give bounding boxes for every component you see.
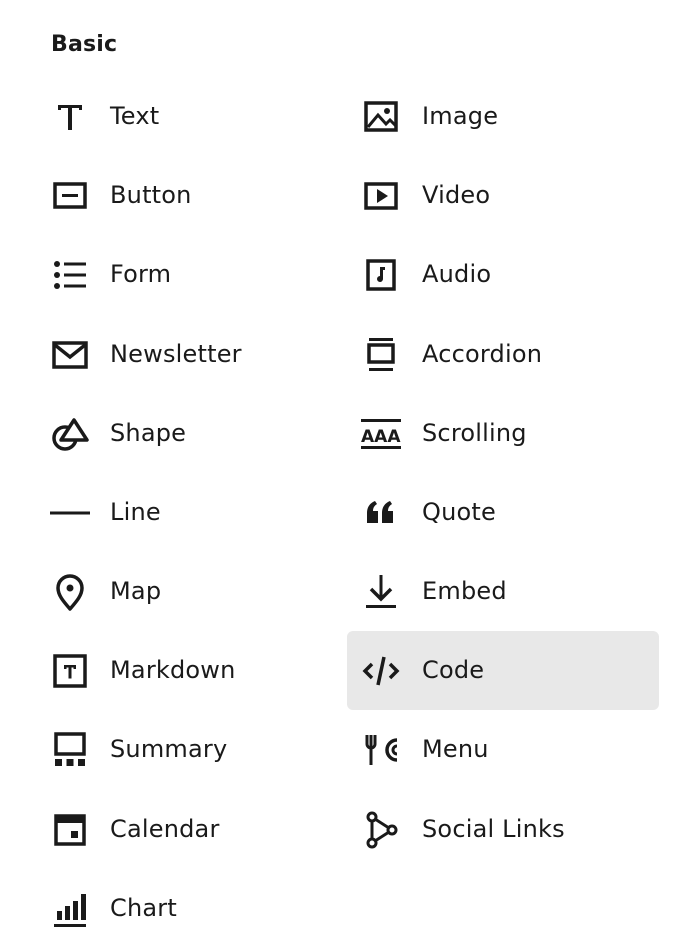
block-item-label: Newsletter	[110, 340, 242, 368]
block-item-label: Chart	[110, 894, 177, 922]
section-title: Basic	[51, 32, 118, 57]
block-item-label: Social Links	[422, 815, 565, 843]
scrolling-icon: AAA	[361, 414, 401, 454]
block-item-shape[interactable]: Shape	[47, 394, 359, 473]
block-item-scrolling[interactable]: AAA Scrolling	[347, 394, 659, 473]
block-item-label: Embed	[422, 577, 507, 605]
block-item-menu[interactable]: Menu	[347, 710, 659, 789]
form-icon	[50, 255, 90, 295]
block-item-code[interactable]: Code	[347, 631, 659, 710]
block-item-markdown[interactable]: Markdown	[47, 631, 359, 710]
block-item-embed[interactable]: Embed	[347, 552, 659, 631]
block-item-label: Calendar	[110, 815, 220, 843]
block-item-chart[interactable]: Chart	[47, 869, 359, 948]
accordion-icon	[361, 335, 401, 375]
block-item-label: Code	[422, 656, 485, 684]
block-item-label: Text	[110, 102, 160, 130]
block-item-label: Button	[110, 181, 192, 209]
quote-icon	[361, 493, 401, 533]
block-item-label: Quote	[422, 498, 496, 526]
text-icon	[50, 97, 90, 137]
block-item-social-links[interactable]: Social Links	[347, 790, 659, 869]
block-item-button[interactable]: Button	[47, 156, 359, 235]
svg-text:AAA: AAA	[361, 427, 401, 447]
block-item-summary[interactable]: Summary	[47, 710, 359, 789]
block-item-newsletter[interactable]: Newsletter	[47, 315, 359, 394]
block-item-map[interactable]: Map	[47, 552, 359, 631]
block-item-line[interactable]: Line	[47, 473, 359, 552]
video-icon	[361, 176, 401, 216]
button-icon	[50, 176, 90, 216]
block-item-label: Image	[422, 102, 499, 130]
block-item-label: Map	[110, 577, 162, 605]
image-icon	[361, 97, 401, 137]
block-item-audio[interactable]: Audio	[347, 235, 659, 314]
block-item-label: Summary	[110, 735, 228, 763]
summary-icon	[50, 730, 90, 770]
newsletter-icon	[50, 335, 90, 375]
embed-icon	[361, 572, 401, 612]
block-item-label: Scrolling	[422, 419, 527, 447]
block-item-calendar[interactable]: Calendar	[47, 790, 359, 869]
block-item-label: Line	[110, 498, 161, 526]
chart-icon	[50, 889, 90, 929]
shape-icon	[50, 414, 90, 454]
block-item-image[interactable]: Image	[347, 77, 659, 156]
block-item-label: Accordion	[422, 340, 543, 368]
menu-icon	[361, 730, 401, 770]
block-item-quote[interactable]: Quote	[347, 473, 659, 552]
block-item-text[interactable]: Text	[47, 77, 359, 156]
block-item-label: Form	[110, 260, 172, 288]
code-icon	[361, 651, 401, 691]
block-item-form[interactable]: Form	[47, 235, 359, 314]
block-item-accordion[interactable]: Accordion	[347, 315, 659, 394]
block-item-video[interactable]: Video	[347, 156, 659, 235]
social-links-icon	[361, 810, 401, 850]
audio-icon	[361, 255, 401, 295]
block-item-label: Shape	[110, 419, 187, 447]
line-icon	[50, 493, 90, 533]
markdown-icon	[50, 651, 90, 691]
map-pin-icon	[50, 572, 90, 612]
block-item-label: Audio	[422, 260, 492, 288]
block-item-label: Video	[422, 181, 491, 209]
block-item-label: Menu	[422, 735, 489, 763]
calendar-icon	[50, 810, 90, 850]
block-item-label: Markdown	[110, 656, 236, 684]
